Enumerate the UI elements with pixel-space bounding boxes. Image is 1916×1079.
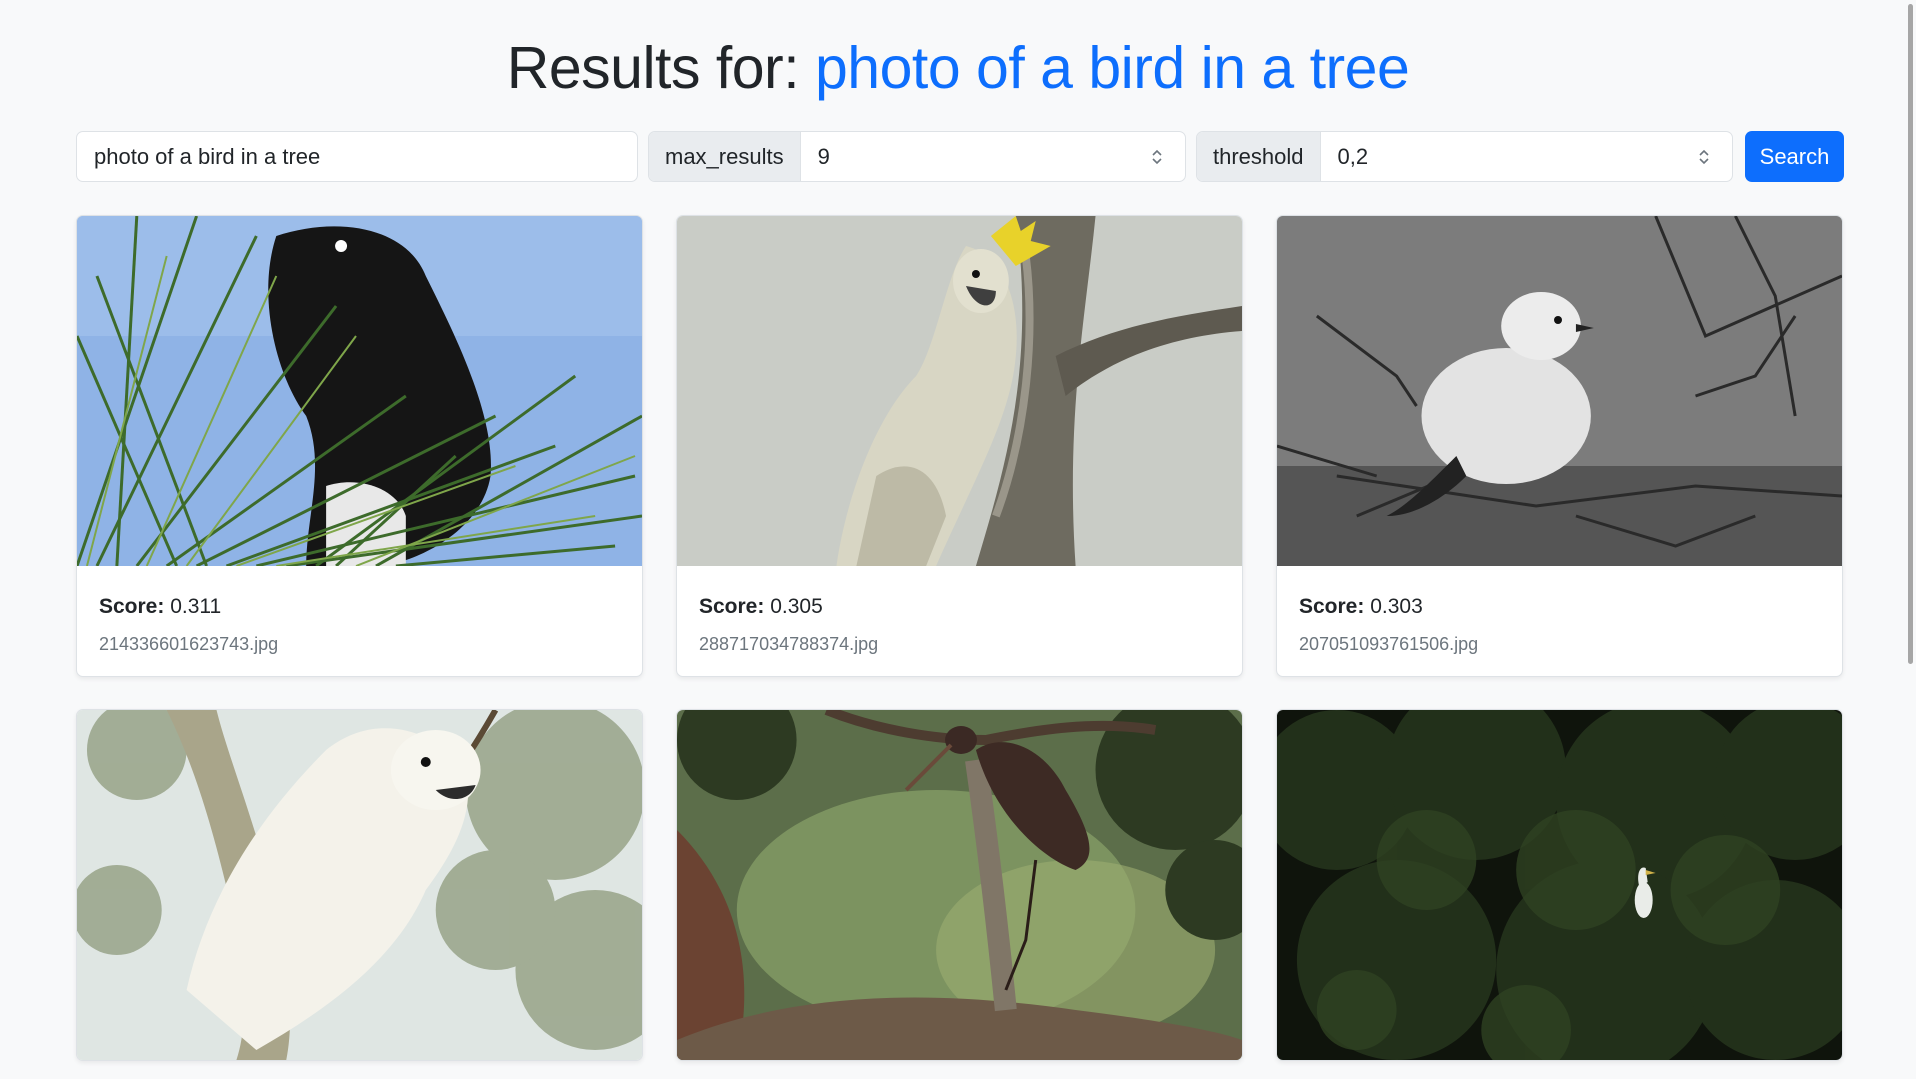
page-title-prefix: Results for: <box>506 35 815 101</box>
max-results-input[interactable] <box>800 132 1145 181</box>
threshold-label: threshold <box>1197 132 1321 181</box>
result-image[interactable] <box>677 216 1242 566</box>
result-image[interactable] <box>77 710 642 1060</box>
threshold-spinner-icon[interactable] <box>1692 132 1716 181</box>
max-results-field-group: max_results <box>648 131 1186 182</box>
result-card[interactable]: Score: 0.303 207051093761506.jpg <box>1276 215 1843 677</box>
threshold-field-group: threshold <box>1196 131 1733 182</box>
result-card[interactable] <box>1276 709 1843 1061</box>
result-filename: 207051093761506.jpg <box>1299 634 1479 654</box>
query-field-group <box>76 131 638 182</box>
score-value: 0.311 <box>170 595 222 618</box>
score-label: Score: <box>699 595 765 618</box>
result-card[interactable] <box>676 709 1243 1061</box>
page-scrollbar[interactable] <box>1904 0 1916 1079</box>
query-input[interactable] <box>77 132 637 181</box>
result-filename: 214336601623743.jpg <box>99 634 279 654</box>
score-label: Score: <box>1299 595 1365 618</box>
result-image[interactable] <box>677 710 1242 1060</box>
result-image[interactable] <box>1277 710 1842 1060</box>
result-card[interactable]: Score: 0.305 288717034788374.jpg <box>676 215 1243 677</box>
result-card[interactable] <box>76 709 643 1061</box>
score-value: 0.303 <box>1370 595 1423 618</box>
result-score: Score: 0.311 <box>99 594 620 620</box>
page-title-query: photo of a bird in a tree <box>814 35 1410 101</box>
max-results-label: max_results <box>649 132 801 181</box>
result-score: Score: 0.303 <box>1299 594 1820 620</box>
result-image[interactable] <box>77 216 642 566</box>
page-title: Results for: photo of a bird in a tree <box>0 28 1916 108</box>
result-score: Score: 0.305 <box>699 594 1220 620</box>
scrollbar-thumb[interactable] <box>1908 4 1913 664</box>
max-results-spinner-icon[interactable] <box>1145 132 1169 181</box>
result-image[interactable] <box>1277 216 1842 566</box>
score-value: 0.305 <box>770 595 823 618</box>
score-label: Score: <box>99 595 165 618</box>
threshold-input[interactable] <box>1320 132 1692 181</box>
search-button[interactable]: Search <box>1745 131 1844 182</box>
result-card[interactable]: Score: 0.311 214336601623743.jpg <box>76 215 643 677</box>
result-filename: 288717034788374.jpg <box>699 634 879 654</box>
